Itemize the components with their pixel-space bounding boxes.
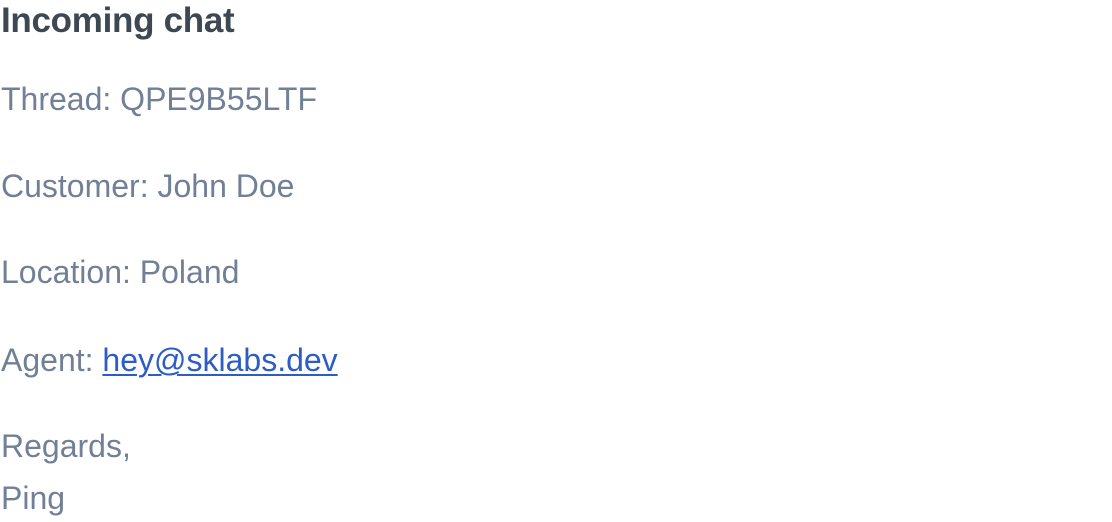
agent-line: Agent: hey@sklabs.dev: [1, 340, 1101, 380]
location-label: Location:: [1, 254, 140, 290]
email-body: Incoming chat Thread: QPE9B55LTF Custome…: [1, 0, 1101, 518]
customer-name: John Doe: [157, 168, 295, 204]
location-line: Location: Poland: [1, 252, 1101, 292]
agent-email-link[interactable]: hey@sklabs.dev: [102, 342, 337, 378]
closing-text: Regards,: [1, 428, 131, 464]
thread-line: Thread: QPE9B55LTF: [1, 79, 1101, 119]
thread-label: Thread:: [1, 81, 121, 117]
location-value: Poland: [139, 254, 240, 290]
email-title: Incoming chat: [1, 1, 235, 40]
customer-line: Customer: John Doe: [1, 166, 1101, 206]
thread-id: QPE9B55LTF: [120, 81, 317, 117]
agent-label: Agent:: [1, 342, 103, 378]
customer-label: Customer:: [1, 168, 158, 204]
signature-text: Ping: [1, 480, 66, 516]
